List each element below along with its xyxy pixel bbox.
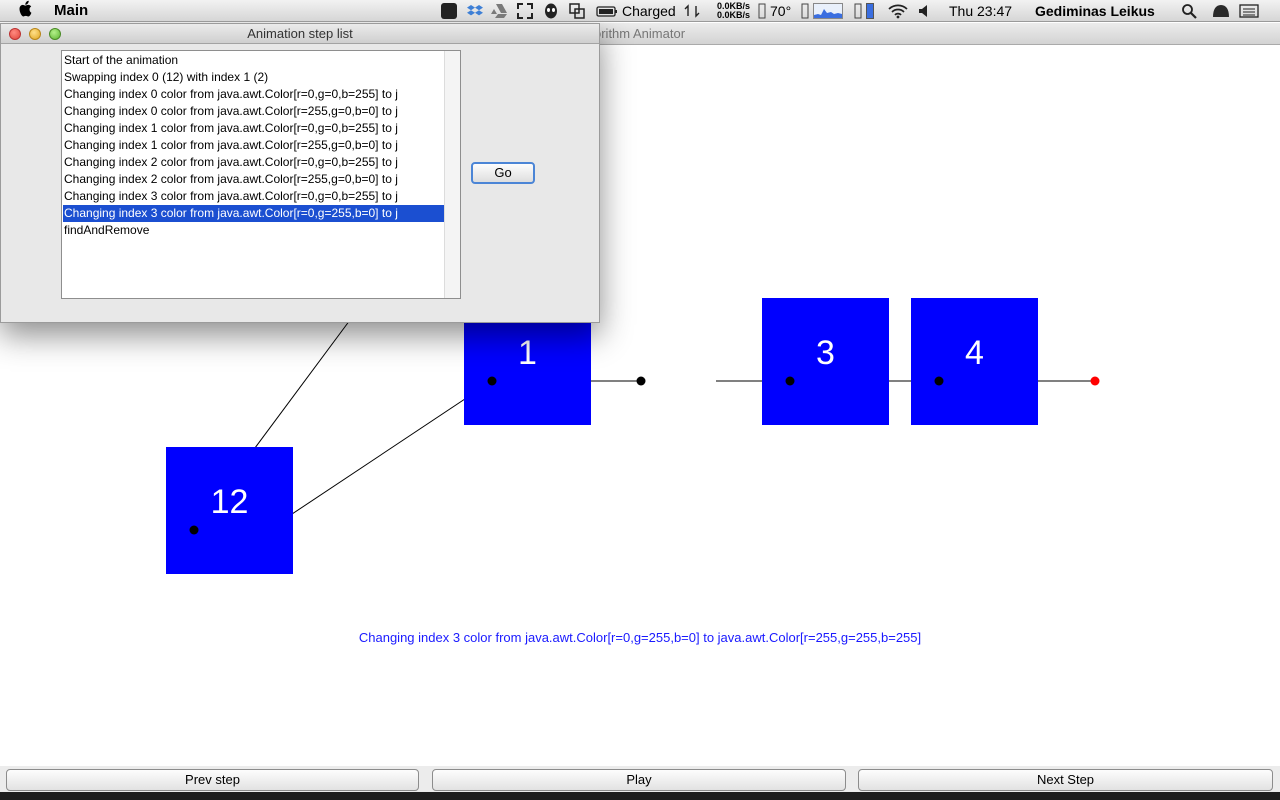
node-label: 1 [518,334,537,372]
list-item[interactable]: Swapping index 0 (12) with index 1 (2) [63,69,445,86]
step-list[interactable]: Start of the animation Swapping index 0 … [61,50,461,299]
list-item[interactable]: Changing index 1 color from java.awt.Col… [63,137,445,154]
close-icon[interactable] [9,28,21,40]
menubar-clock[interactable]: Thu 23:47 [949,0,1012,22]
sensor-icon [757,3,767,19]
node-label: 3 [816,334,835,372]
search-icon[interactable] [1181,3,1197,19]
status-text: Changing index 3 color from java.awt.Col… [358,630,922,645]
list-scrollbar[interactable] [444,51,460,298]
wifi-icon[interactable] [888,3,908,19]
battery-status: Charged [622,3,676,19]
play-button[interactable]: Play [432,769,846,791]
dialog-title-text: Animation step list [247,26,353,41]
list-menu-icon[interactable] [1239,3,1259,19]
animation-step-list-dialog: Animation step list Start of the animati… [0,23,600,323]
apple-menu-icon[interactable] [18,0,38,22]
prev-step-button[interactable]: Prev step [6,769,419,791]
memory-bar-icon[interactable] [866,3,874,19]
node-4: 4 [911,298,1038,425]
menubar: Main Charged 0.0KB/s 0.0KB/s 70° Thu 23:4… [0,0,1280,22]
list-item-selected[interactable]: Changing index 3 color from java.awt.Col… [63,205,445,222]
node-label: 4 [965,334,984,372]
list-item[interactable]: Changing index 3 color from java.awt.Col… [63,188,445,205]
network-speed: 0.0KB/s 0.0KB/s [706,2,750,20]
volume-icon[interactable] [917,3,933,19]
cpu-graph-icon[interactable] [813,3,843,19]
network-download-speed: 0.0KB/s [716,10,750,20]
temperature-readout: 70° [770,3,792,19]
spotlight-mask-icon[interactable] [543,3,559,19]
node-label: 12 [210,483,249,521]
list-item[interactable]: Changing index 0 color from java.awt.Col… [63,86,445,103]
dialog-title-bar[interactable]: Animation step list [1,24,599,44]
window-bottom-edge [0,792,1280,800]
list-item[interactable]: Changing index 1 color from java.awt.Col… [63,120,445,137]
list-item[interactable]: Changing index 2 color from java.awt.Col… [63,154,445,171]
memory-label-icon [853,3,863,19]
screenshot-selection-icon[interactable] [517,3,533,19]
dropbox-icon[interactable] [467,3,483,19]
minimize-icon[interactable] [29,28,41,40]
list-item[interactable]: Changing index 0 color from java.awt.Col… [63,103,445,120]
battery-icon[interactable] [596,3,618,19]
node-12: 12 [166,447,293,574]
shield-check-icon[interactable] [441,3,457,19]
pointer-line [267,380,493,531]
google-drive-icon[interactable] [491,3,507,19]
next-step-button[interactable]: Next Step [858,769,1273,791]
cpu-label-icon [800,3,810,19]
go-button[interactable]: Go [471,162,535,184]
user-name[interactable]: Gediminas Leikus [1035,0,1155,22]
node-3: 3 [762,298,889,425]
list-item[interactable]: Changing index 2 color from java.awt.Col… [63,171,445,188]
transfer-arrows-icon[interactable] [684,3,700,19]
zoom-icon[interactable] [49,28,61,40]
bottom-button-bar: Prev step Play Next Step [0,766,1280,800]
app-menu-title[interactable]: Main [54,0,88,22]
list-item[interactable]: Start of the animation [63,52,445,69]
window-copy-icon[interactable] [569,3,585,19]
list-item[interactable]: findAndRemove [63,222,445,239]
notification-icon[interactable] [1211,3,1231,19]
